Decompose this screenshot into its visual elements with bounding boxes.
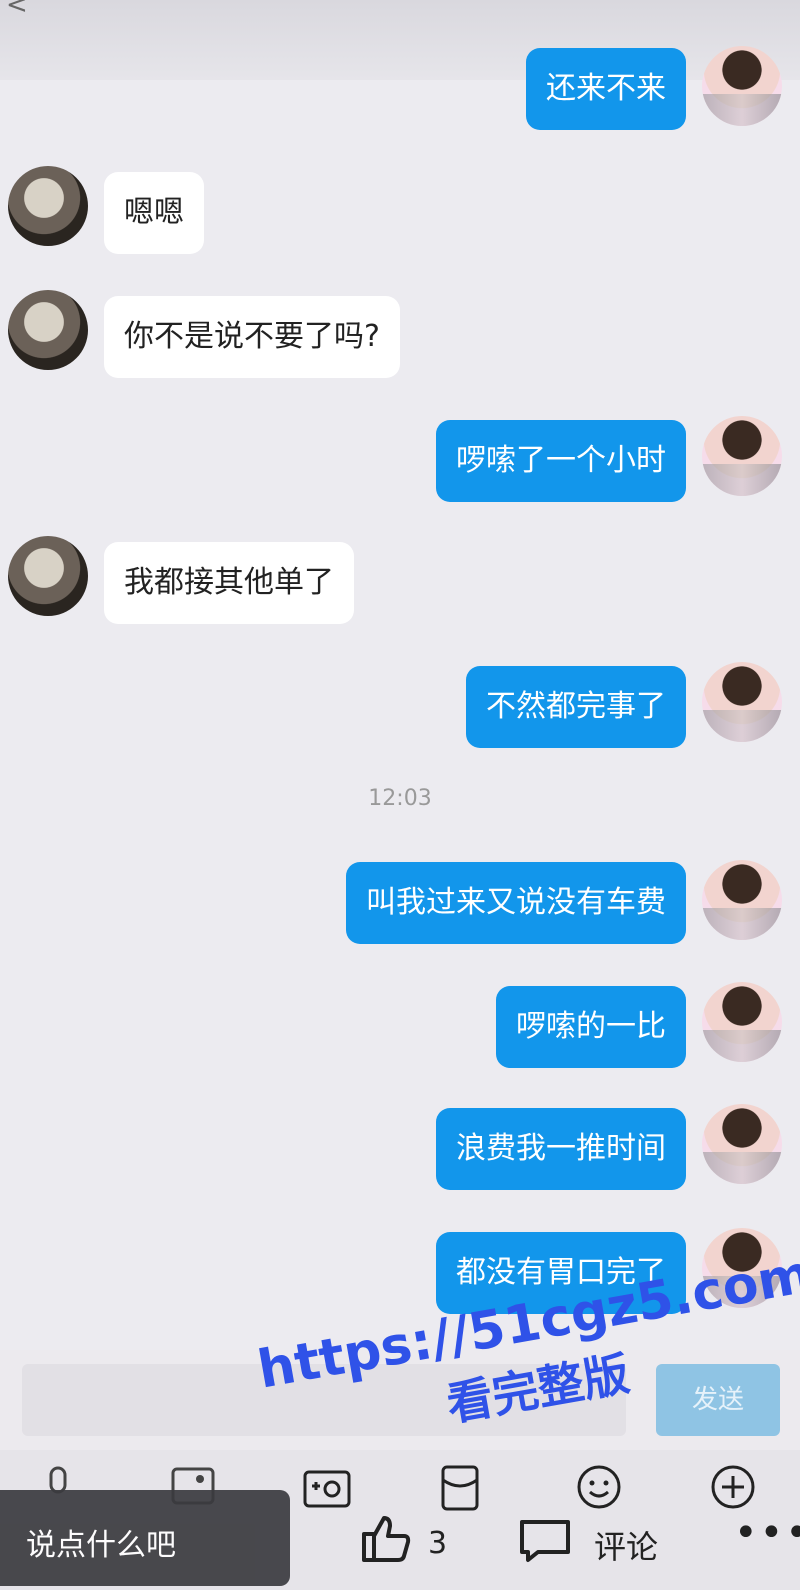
message-bubble: 啰嗦了一个小时: [436, 420, 686, 502]
red-packet-icon[interactable]: [440, 1464, 480, 1512]
avatar[interactable]: [702, 860, 782, 940]
chat-area: 还来不来 嗯嗯 你不是说不要了吗? 啰嗦了一个小时 我都接其他单了 不然都完事了…: [0, 0, 800, 1350]
message-bubble: 不然都完事了: [466, 666, 686, 748]
avatar[interactable]: [702, 46, 782, 126]
message-bubble: 还来不来: [526, 48, 686, 130]
avatar[interactable]: [8, 290, 88, 370]
like-icon[interactable]: [358, 1510, 414, 1566]
like-count: 3: [428, 1526, 448, 1561]
message-bubble: 嗯嗯: [104, 172, 204, 254]
avatar[interactable]: [702, 416, 782, 496]
timestamp: 12:03: [368, 786, 432, 811]
avatar[interactable]: [8, 536, 88, 616]
comment-label[interactable]: 评论: [594, 1522, 658, 1568]
emoji-icon[interactable]: [576, 1464, 622, 1510]
message-bubble: 浪费我一推时间: [436, 1108, 686, 1190]
add-icon[interactable]: [710, 1464, 756, 1510]
message-bubble: 啰嗦的一比: [496, 986, 686, 1068]
comment-placeholder: 说点什么吧: [26, 1528, 176, 1563]
message-bubble: 叫我过来又说没有车费: [346, 862, 686, 944]
avatar[interactable]: [702, 982, 782, 1062]
message-bubble: 你不是说不要了吗?: [104, 296, 400, 378]
more-icon[interactable]: •••: [734, 1510, 800, 1556]
message-bubble: 我都接其他单了: [104, 542, 354, 624]
comment-input[interactable]: 说点什么吧: [0, 1490, 290, 1586]
avatar[interactable]: [8, 166, 88, 246]
avatar[interactable]: [702, 662, 782, 742]
comment-icon[interactable]: [518, 1516, 572, 1564]
avatar[interactable]: [702, 1104, 782, 1184]
